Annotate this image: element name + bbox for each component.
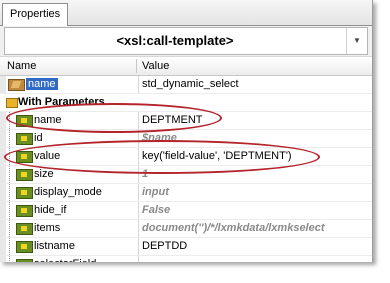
parameter-icon	[16, 259, 33, 262]
parameter-value[interactable]: input	[142, 184, 370, 201]
parameter-value[interactable]: DEPTMENT	[142, 112, 370, 129]
tree-line	[9, 166, 15, 183]
parameter-row[interactable]: value key('field-value', 'DEPTMENT')	[0, 148, 372, 166]
column-headers: Name Value	[0, 56, 372, 76]
parameter-name: listname	[34, 240, 75, 252]
parameter-icon	[16, 241, 33, 253]
parameter-row[interactable]: size 1	[0, 166, 372, 184]
tab-properties[interactable]: Properties	[2, 3, 69, 26]
parameter-icon	[16, 133, 33, 145]
parameter-value[interactable]: document('')/*/lxmkdata/lxmkselect	[142, 220, 370, 237]
parameter-row[interactable]: selectorField	[0, 256, 372, 262]
parameter-name: hide_if	[34, 204, 67, 216]
parameter-icon	[16, 187, 33, 199]
column-divider	[138, 238, 139, 255]
element-selector-value: <xsl:call-template>	[116, 33, 234, 48]
tree-line	[9, 148, 15, 165]
properties-panel: Properties <xsl:call-template> ▼ Name Va…	[0, 0, 373, 262]
folder-icon	[6, 98, 18, 108]
parameter-name: value	[34, 150, 61, 162]
parameter-icon	[16, 169, 33, 181]
parameter-value[interactable]: key('field-value', 'DEPTMENT')	[142, 148, 370, 165]
column-header-name[interactable]: Name	[7, 57, 36, 75]
chevron-down-icon[interactable]: ▼	[346, 28, 367, 54]
parameter-value[interactable]: DEPTDD	[142, 238, 370, 255]
parameter-name: selectorField	[34, 256, 96, 262]
column-divider	[138, 184, 139, 201]
element-selector-dropdown[interactable]: <xsl:call-template> ▼	[4, 27, 368, 55]
property-name: name	[26, 78, 58, 90]
tree-line	[9, 112, 15, 129]
parameter-icon	[16, 151, 33, 163]
tree-line	[9, 184, 15, 201]
group-label: With Parameters	[18, 96, 105, 108]
parameter-name: name	[34, 114, 62, 126]
parameter-row[interactable]: items document('')/*/lxmkdata/lxmkselect	[0, 220, 372, 238]
column-divider	[138, 220, 139, 237]
parameter-icon	[16, 205, 33, 217]
tree-line	[9, 130, 15, 147]
parameter-icon	[16, 115, 33, 127]
parameter-name: display_mode	[34, 186, 102, 198]
parameter-row[interactable]: display_mode input	[0, 184, 372, 202]
group-with-parameters[interactable]: With Parameters	[0, 94, 372, 112]
tree-line	[9, 202, 15, 219]
column-header-value[interactable]: Value	[142, 57, 169, 75]
parameter-row[interactable]: listname DEPTDD	[0, 238, 372, 256]
column-divider	[138, 130, 139, 147]
column-divider	[138, 112, 139, 129]
parameter-icon	[16, 223, 33, 235]
property-value[interactable]: std_dynamic_select	[142, 76, 370, 93]
property-grid: name std_dynamic_select With Parameters …	[0, 76, 372, 262]
parameter-row[interactable]: id $name	[0, 130, 372, 148]
parameter-row[interactable]: name DEPTMENT	[0, 112, 372, 130]
column-divider	[138, 148, 139, 165]
column-divider	[138, 202, 139, 219]
parameter-name: items	[34, 222, 61, 234]
parameter-value[interactable]: 1	[142, 166, 370, 183]
parameter-name: size	[34, 168, 54, 180]
parameter-value[interactable]: $name	[142, 130, 370, 147]
tree-line	[9, 238, 15, 255]
column-divider	[138, 76, 139, 93]
parameter-name: id	[34, 132, 43, 144]
column-divider	[138, 256, 139, 262]
readonly-attribute-icon	[8, 79, 25, 91]
column-divider	[138, 166, 139, 183]
parameter-value[interactable]: False	[142, 202, 370, 219]
column-divider[interactable]	[136, 59, 137, 73]
property-row-name[interactable]: name std_dynamic_select	[0, 76, 372, 94]
tree-line	[9, 256, 15, 262]
parameter-row[interactable]: hide_if False	[0, 202, 372, 220]
tab-strip: Properties	[0, 0, 372, 26]
tree-line	[9, 220, 15, 237]
